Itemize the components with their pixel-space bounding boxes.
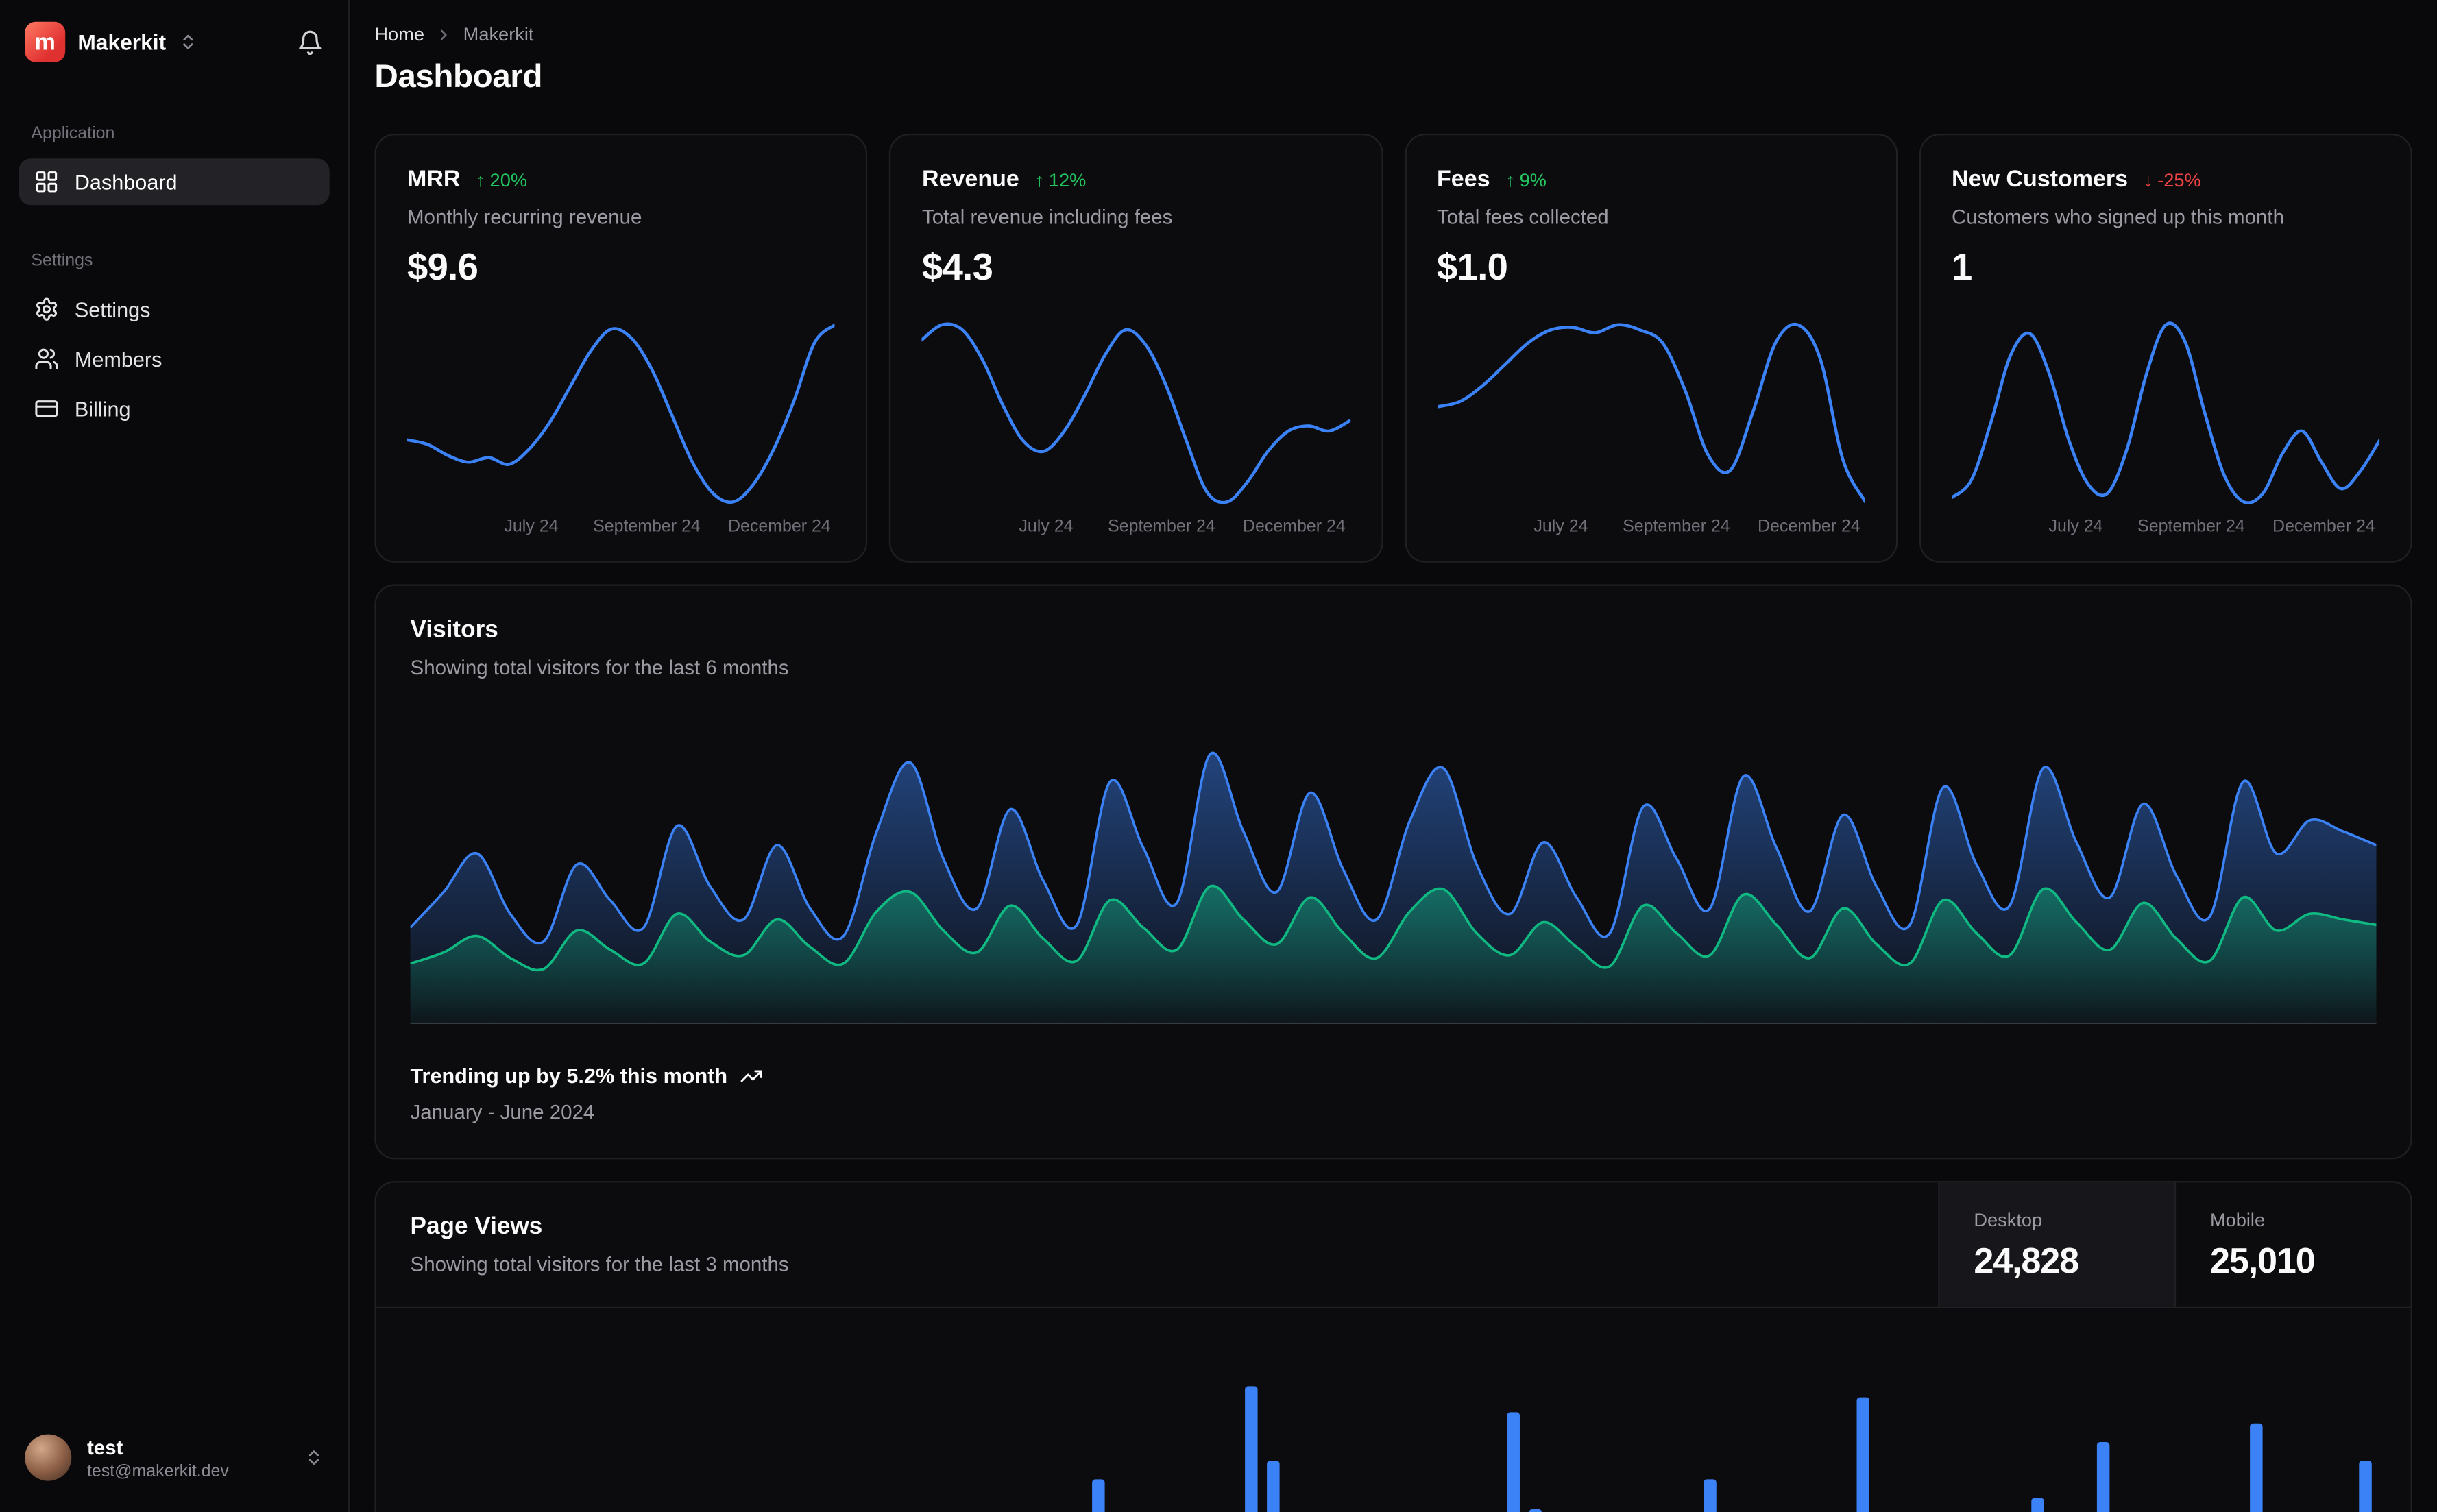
chevrons-up-down-icon (308, 1450, 319, 1465)
sidebar-item-billing[interactable]: Billing (19, 385, 329, 432)
stat-title: MRR (407, 166, 461, 193)
stat-title: New Customers (1952, 166, 2129, 193)
trend-badge: ↑ 12% (1034, 168, 1087, 191)
new-customers-sparkline-chart (1952, 321, 2380, 505)
stat-value: $9.6 (407, 247, 478, 289)
chevrons-up-down-icon (182, 34, 193, 49)
user-name: test (86, 1435, 123, 1459)
visitors-card: Visitors Showing total visitors for the … (374, 584, 2412, 1160)
users-icon (35, 348, 58, 369)
visitors-subtitle: Showing total visitors for the last 6 mo… (410, 655, 789, 679)
page-views-title: Page Views (410, 1213, 543, 1241)
toggle-label: Mobile (2209, 1208, 2266, 1230)
workspace-switcher[interactable]: m Makerkit (25, 21, 197, 62)
mrr-sparkline-chart (407, 323, 836, 504)
page-views-bar-chart (1092, 1386, 2372, 1512)
sparkline-axis-labels: July 24 September 24 December 24 (504, 517, 831, 537)
stat-description: Total fees collected (1437, 205, 1609, 229)
stat-card-fees: Fees ↑ 9% Total fees collected $1.0 July … (1404, 133, 1898, 563)
sidebar: m Makerkit Application Dashboard Setting… (0, 0, 350, 1512)
sidebar-item-label: Settings (74, 297, 151, 321)
trend-badge: ↑ 9% (1505, 168, 1547, 191)
toggle-desktop[interactable]: Desktop 24,828 (1938, 1182, 2174, 1307)
trend-down-icon: ↓ (2143, 168, 2153, 191)
fees-sparkline-chart (1437, 322, 1865, 504)
page-views-subtitle: Showing total visitors for the last 3 mo… (410, 1252, 789, 1276)
visitors-title: Visitors (410, 617, 498, 644)
user-menu[interactable]: test test@makerkit.dev (19, 1428, 329, 1487)
stat-description: Total revenue including fees (922, 205, 1173, 229)
page-views-card: Page Views Showing total visitors for th… (374, 1181, 2412, 1512)
stat-description: Monthly recurring revenue (407, 205, 642, 229)
main-content: Home Makerkit Dashboard MRR ↑ 20% Monthly… (350, 0, 2437, 1512)
sidebar-section-settings: Settings (31, 252, 93, 271)
stat-cards-row: MRR ↑ 20% Monthly recurring revenue $9.6 … (374, 133, 2412, 563)
visitors-area-chart (410, 751, 2377, 1025)
sparkline-axis-labels: July 24 September 24 December 24 (1533, 517, 1860, 537)
chevron-right-icon (440, 29, 447, 40)
makerkit-logo-icon: m (25, 21, 66, 62)
sparkline-axis-labels: July 24 September 24 December 24 (2048, 517, 2375, 537)
trend-up-icon: ↑ (476, 168, 485, 191)
dashboard-icon (36, 171, 58, 193)
gear-icon (36, 297, 58, 321)
trend-badge: ↓ -25% (2143, 168, 2201, 191)
breadcrumb-home-link[interactable]: Home (374, 23, 424, 45)
bell-icon (299, 29, 322, 54)
stat-value: $4.3 (922, 247, 993, 289)
toggle-value: 24,828 (1974, 1239, 2079, 1280)
toggle-value: 25,010 (2209, 1239, 2316, 1280)
breadcrumb-current: Makerkit (463, 23, 534, 45)
breadcrumb: Home Makerkit (374, 23, 2412, 45)
sidebar-item-members[interactable]: Members (19, 336, 329, 382)
notifications-button[interactable] (297, 29, 324, 56)
page-views-header: Page Views Showing total visitors for th… (376, 1182, 2411, 1308)
visitors-footer: Trending up by 5.2% this month (411, 1064, 2377, 1088)
stat-title: Revenue (922, 166, 1019, 193)
revenue-sparkline-chart (922, 322, 1350, 504)
stat-card-revenue: Revenue ↑ 12% Total revenue including fee… (889, 133, 1383, 563)
visitors-date-range: January - June 2024 (410, 1100, 595, 1124)
trending-up-icon (740, 1070, 762, 1082)
stat-card-new-customers: New Customers ↓ -25% Customers who signed… (1919, 133, 2412, 563)
sidebar-item-label: Billing (74, 397, 131, 421)
sparkline-axis-labels: July 24 September 24 December 24 (1019, 517, 1346, 537)
sidebar-item-label: Dashboard (74, 170, 178, 194)
stat-card-mrr: MRR ↑ 20% Monthly recurring revenue $9.6 … (374, 133, 868, 563)
app-root: m Makerkit Application Dashboard Setting… (0, 0, 2437, 1512)
sidebar-item-label: Members (74, 347, 162, 371)
toggle-label: Desktop (1974, 1208, 2043, 1230)
workspace-name: Makerkit (77, 29, 167, 55)
trend-up-icon: ↑ (1505, 168, 1515, 191)
avatar (25, 1434, 72, 1481)
sidebar-item-settings[interactable]: Settings (19, 286, 329, 332)
page-title: Dashboard (374, 59, 543, 95)
trend-badge: ↑ 20% (476, 168, 528, 191)
credit-card-icon (35, 400, 58, 417)
sidebar-item-dashboard[interactable]: Dashboard (19, 158, 330, 206)
stat-value: $1.0 (1437, 247, 1508, 289)
user-email: test@makerkit.dev (86, 1461, 229, 1480)
trend-up-icon: ↑ (1034, 168, 1045, 191)
stat-title: Fees (1437, 166, 1490, 193)
sidebar-section-application: Application (31, 124, 115, 143)
toggle-mobile[interactable]: Mobile 25,010 (2174, 1182, 2411, 1307)
stat-value: 1 (1952, 247, 1972, 289)
stat-description: Customers who signed up this month (1952, 205, 2284, 229)
